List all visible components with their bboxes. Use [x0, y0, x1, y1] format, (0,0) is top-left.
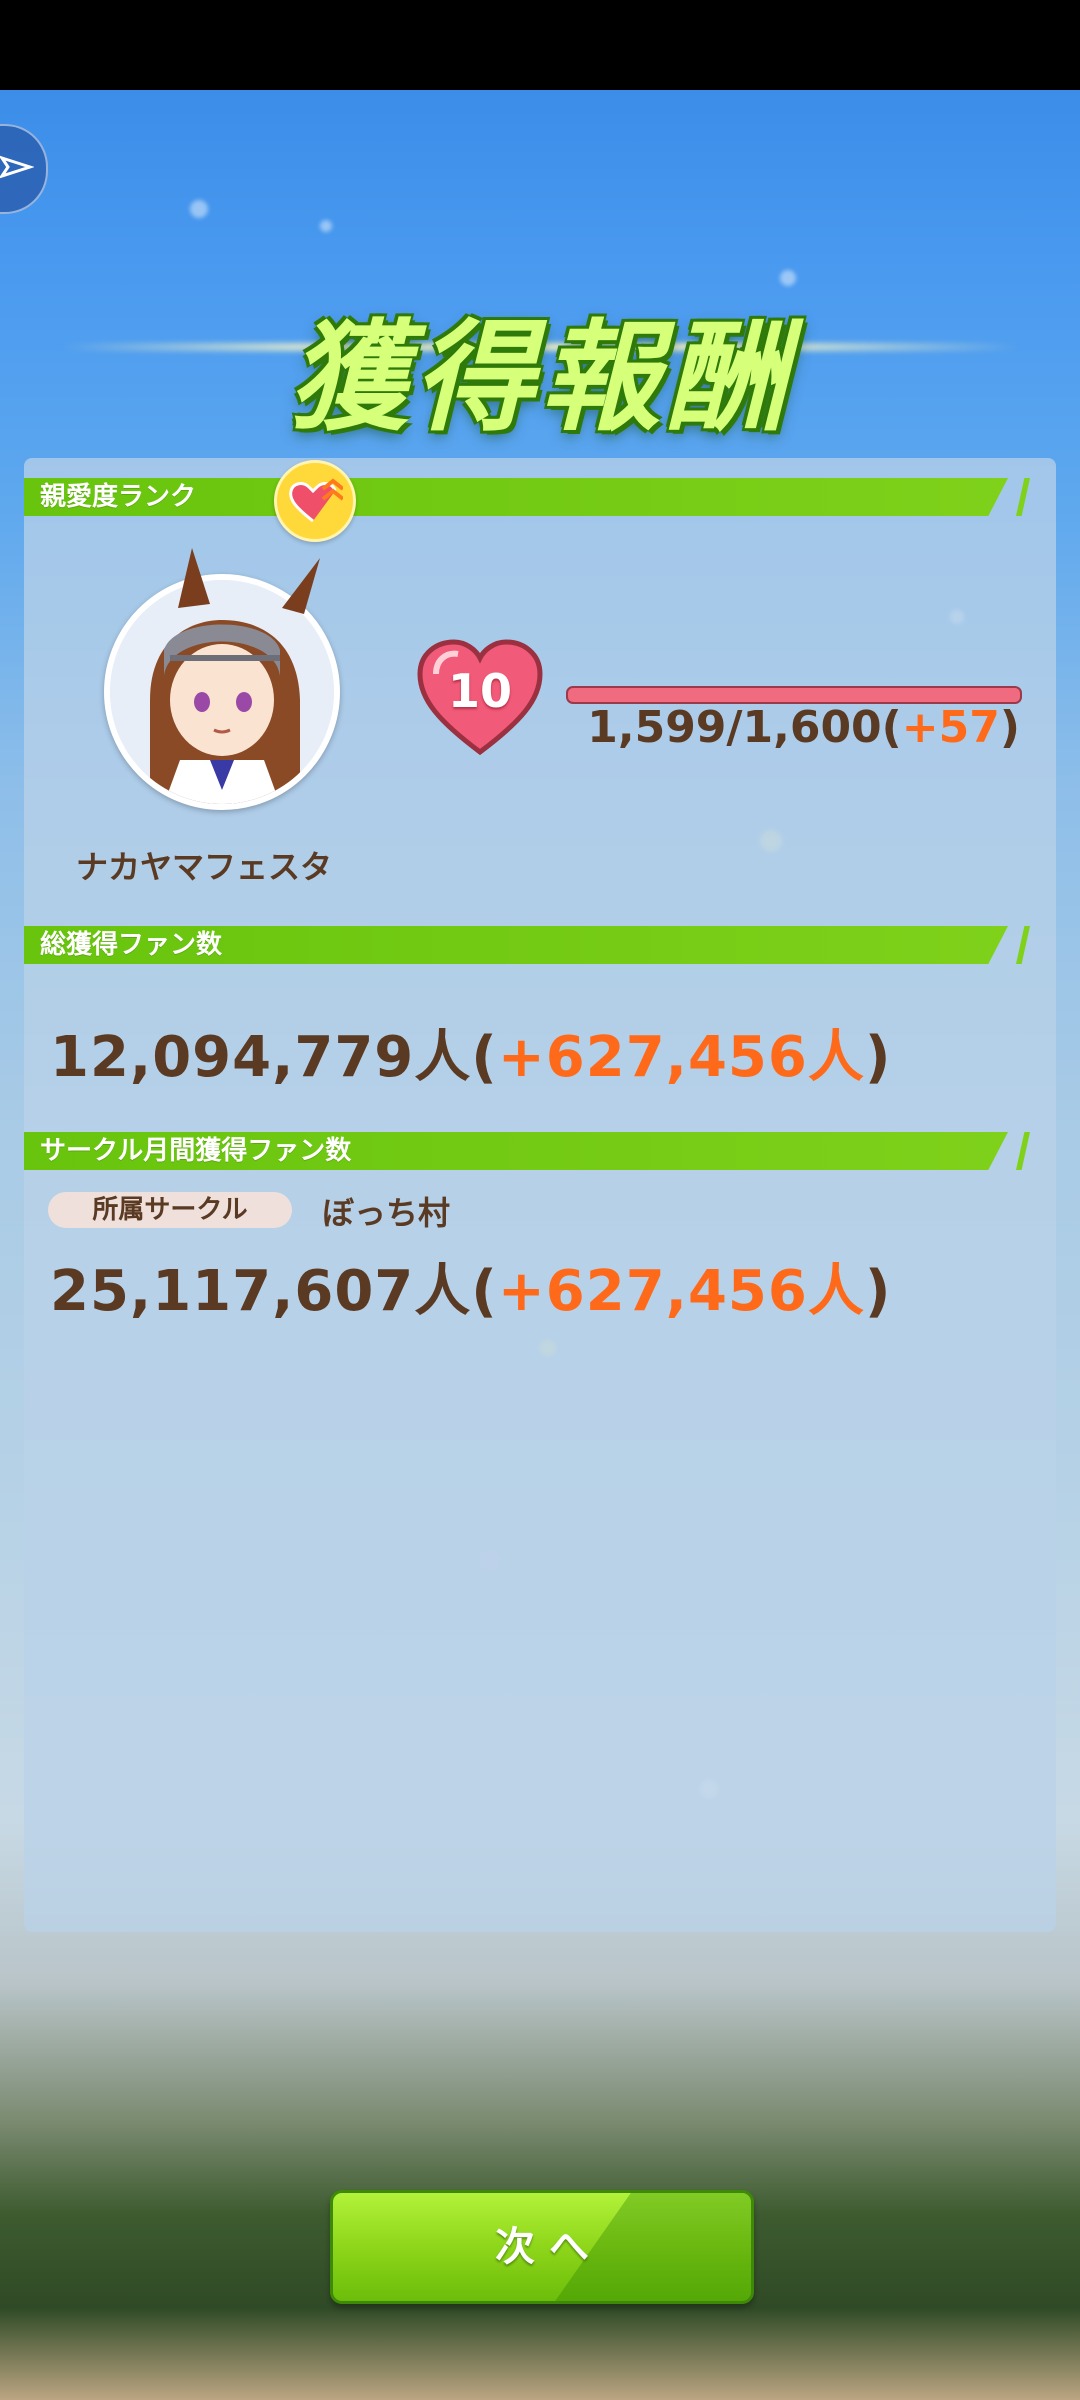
- fans-section-label: 総獲得ファン数: [40, 930, 223, 960]
- circle-name: ぼっち村: [322, 1194, 451, 1232]
- page-title: 獲得報酬: [288, 307, 792, 448]
- affiliation-badge: 所属サークル: [48, 1192, 292, 1228]
- affection-section-label: 親愛度ランク: [40, 482, 197, 512]
- affection-gain: +57: [901, 702, 1000, 753]
- character-name: ナカヤマフェスタ: [76, 848, 333, 886]
- fans-gain: +627,456人: [497, 1025, 865, 1090]
- rank-up-badge: [274, 460, 356, 542]
- circle-section-label: サークル月間獲得ファン数: [40, 1136, 352, 1166]
- affection-progress-text: 1,599/1,600(+57): [587, 702, 1020, 753]
- heart-icon: [416, 639, 544, 760]
- next-button[interactable]: 次 へ: [330, 2190, 754, 2304]
- total-fans: 12,094,779人(+627,456人): [50, 1025, 892, 1090]
- next-button-label: 次 へ: [495, 2224, 589, 2270]
- circle-fans: 25,117,607人(+627,456人): [50, 1259, 892, 1324]
- circle-fans-gain: +627,456人: [497, 1259, 865, 1324]
- status-bar: [0, 0, 1080, 90]
- character-ears: [170, 548, 320, 614]
- affection-level: 10: [447, 664, 512, 718]
